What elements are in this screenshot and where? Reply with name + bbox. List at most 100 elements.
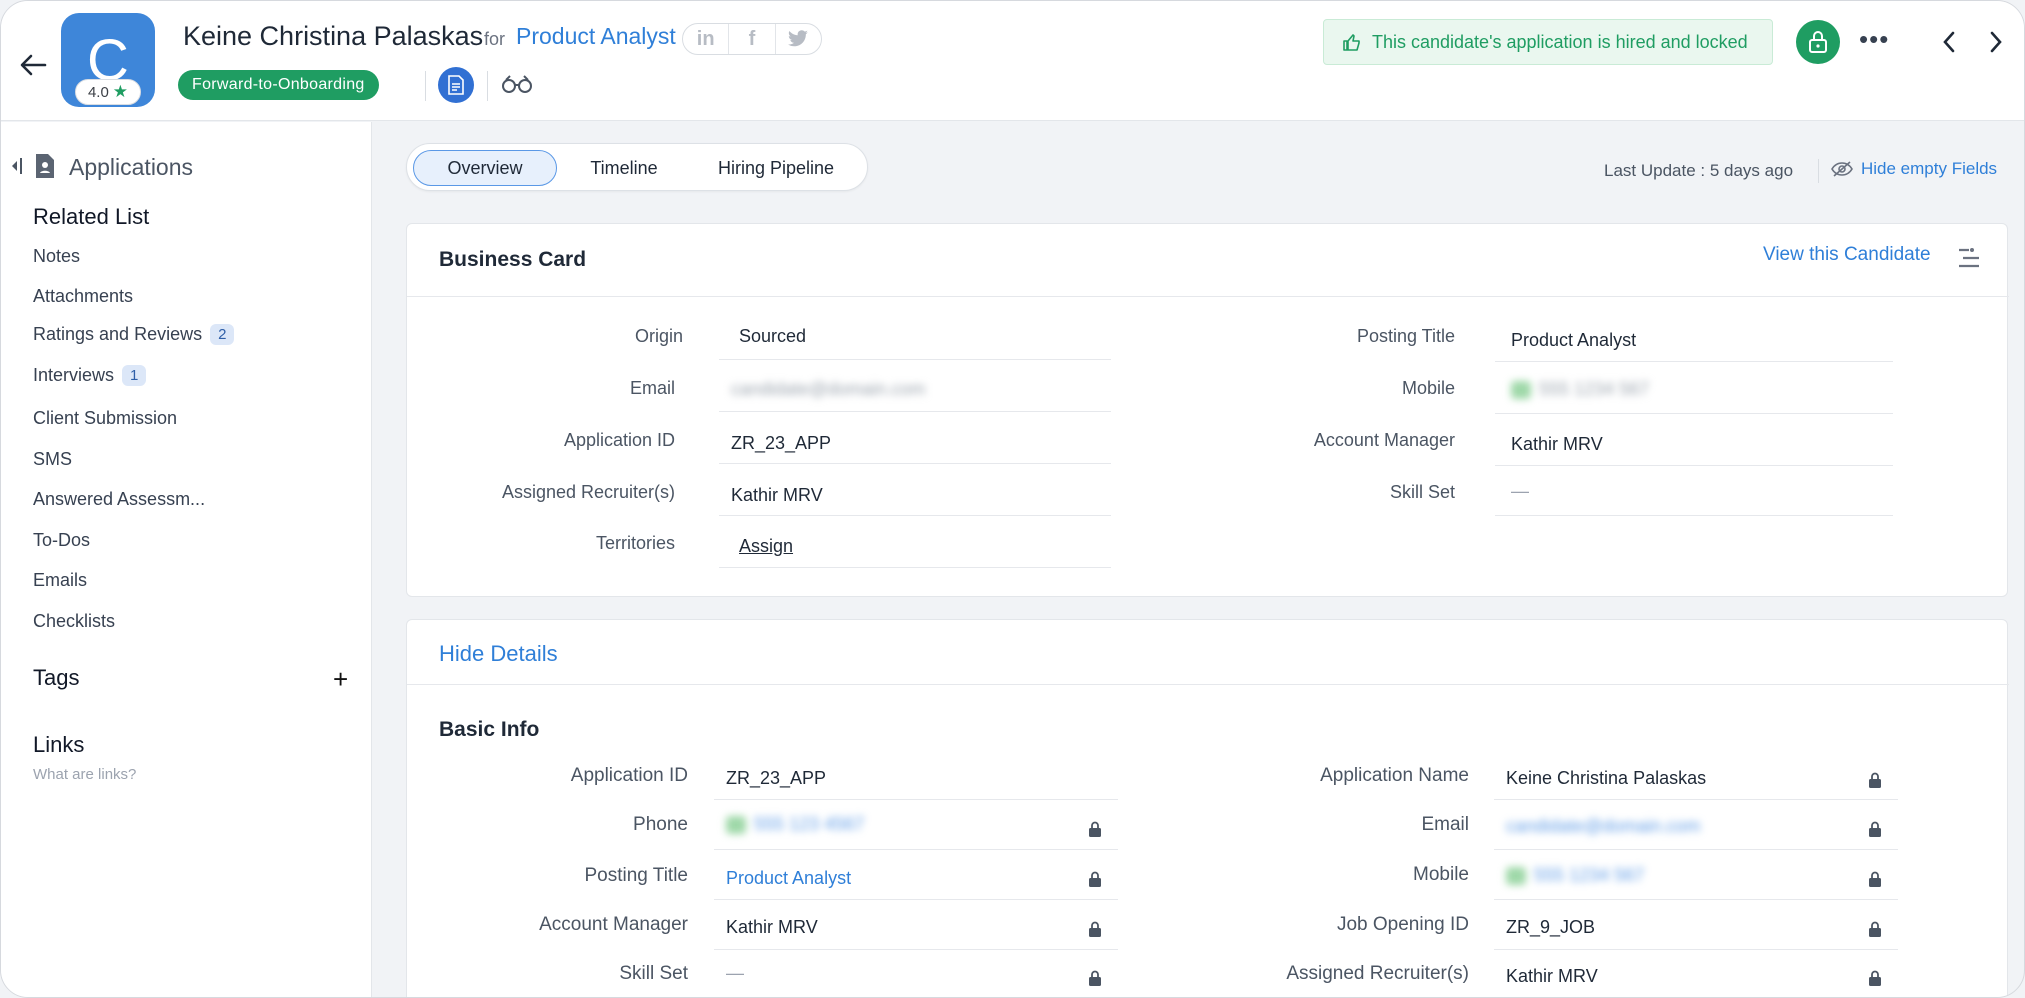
divider (1494, 899, 1898, 900)
mobile-number: 555 1234 567 (1534, 865, 1645, 885)
divider (1494, 849, 1898, 850)
sidebar-item-label: Emails (33, 570, 88, 590)
field-label-application-name: Application Name (1320, 765, 1469, 786)
twitter-icon[interactable] (774, 24, 821, 54)
lock-icon (1869, 970, 1881, 986)
locked-message: This candidate's application is hired an… (1372, 31, 1748, 52)
more-options-button[interactable]: ••• (1859, 26, 1889, 52)
sidebar-item-todos[interactable]: To-Dos (33, 530, 90, 551)
sidebar-item-interviews[interactable]: Interviews 1 (33, 365, 147, 386)
mobile-number: 555 1234 567 (1539, 379, 1650, 399)
sidebar-item-label: Client Submission (33, 408, 178, 428)
job-opening-link[interactable]: Product Analyst (516, 23, 676, 50)
sidebar-item-answered-assessments[interactable]: Answered Assessm... (33, 489, 205, 510)
divider (719, 463, 1111, 464)
related-list-heading: Related List (33, 204, 150, 229)
rating-badge: 4.0 ★ (75, 79, 141, 105)
sidebar-item-checklists[interactable]: Checklists (33, 611, 115, 632)
field-value-account-manager: Kathir MRV (726, 917, 818, 937)
document-icon[interactable] (438, 67, 474, 103)
links-help-link[interactable]: What are links? (33, 766, 136, 783)
field-value-phone: 555 123 4567 (726, 814, 864, 835)
posting-title-link[interactable]: Product Analyst (726, 868, 851, 889)
field-label-assigned-recruiters: Assigned Recruiter(s) (501, 482, 675, 502)
sidebar-item-notes[interactable]: Notes (33, 246, 80, 267)
field-label-skill-set: Skill Set (619, 963, 688, 984)
tab-timeline[interactable]: Timeline (559, 150, 689, 186)
field-label-skill-set: Skill Set (1389, 482, 1455, 502)
binoculars-icon[interactable] (501, 73, 533, 95)
divider (407, 296, 2009, 297)
field-value-application-name: Keine Christina Palaskas (1506, 768, 1707, 788)
field-value-email: candidate@domain.com (1506, 816, 1701, 836)
lock-icon (1869, 772, 1881, 788)
lock-button[interactable] (1796, 20, 1840, 64)
field-value-job-opening-id: ZR_9_JOB (1506, 917, 1596, 937)
hide-empty-fields-button[interactable]: Hide empty Fields (1831, 159, 1997, 179)
field-label-mobile: Mobile (1401, 378, 1455, 398)
lock-icon (1809, 31, 1827, 53)
field-value-application-id: ZR_23_APP (731, 433, 832, 453)
hide-details-link[interactable]: Hide Details (439, 641, 558, 667)
list-settings-icon[interactable] (1957, 247, 1981, 269)
field-value-assigned-recruiters: Kathir MRV (1506, 966, 1598, 986)
divider (1495, 413, 1893, 414)
sidebar-item-label: To-Dos (33, 530, 91, 550)
field-label-account-manager: Account Manager (539, 914, 688, 935)
sidebar-title[interactable]: Applications (69, 154, 193, 181)
field-value-mobile: 555 1234 567 (1506, 865, 1644, 886)
divider (1494, 949, 1898, 950)
field-value-application-id: ZR_23_APP (726, 768, 827, 788)
field-label-account-manager: Account Manager (1313, 430, 1455, 450)
tab-hiring-pipeline[interactable]: Hiring Pipeline (691, 150, 861, 186)
sidebar-item-ratings-and-reviews[interactable]: Ratings and Reviews 2 (33, 324, 235, 345)
sidebar-item-label: Attachments (33, 286, 134, 306)
sidebar-item-label: Answered Assessm... (33, 489, 206, 509)
divider (425, 71, 426, 101)
app-window: C 4.0 ★ Keine Christina Palaskas for Pro… (0, 0, 2025, 998)
collapse-sidebar-icon[interactable] (9, 156, 23, 176)
business-card-title: Business Card (439, 248, 587, 271)
field-label-assigned-recruiters: Assigned Recruiter(s) (1286, 963, 1469, 984)
sidebar-item-attachments[interactable]: Attachments (33, 286, 133, 307)
sidebar-item-label: SMS (33, 449, 73, 469)
field-label-application-id: Application ID (570, 765, 688, 786)
sidebar-item-label: Interviews (33, 365, 115, 385)
stage-badge[interactable]: Forward-to-Onboarding (178, 70, 379, 100)
add-tag-button[interactable]: + (333, 664, 348, 695)
divider (1818, 159, 1819, 183)
eye-off-icon (1831, 161, 1853, 177)
divider (719, 411, 1111, 412)
basic-info-heading: Basic Info (439, 718, 540, 741)
divider (487, 71, 488, 101)
facebook-icon[interactable]: f (728, 24, 774, 54)
last-update: Last Update : 5 days ago (1604, 161, 1794, 180)
for-label: for (484, 29, 506, 49)
field-value-origin: Sourced (739, 326, 807, 346)
field-value-mobile: 555 1234 567 (1511, 379, 1649, 400)
back-arrow-icon[interactable] (17, 49, 49, 81)
divider (719, 567, 1111, 568)
details-card (406, 619, 2009, 997)
thumbs-up-icon (1343, 34, 1360, 51)
lock-icon (1869, 871, 1881, 887)
assign-territories-link[interactable]: Assign (739, 536, 793, 557)
sidebar-item-emails[interactable]: Emails (33, 570, 87, 591)
field-value-account-manager: Kathir MRV (1511, 434, 1603, 454)
lock-icon (1869, 921, 1881, 937)
sidebar-item-sms[interactable]: SMS (33, 449, 72, 470)
linkedin-icon[interactable]: in (683, 24, 728, 54)
next-record-icon[interactable] (1986, 29, 2006, 55)
divider (714, 949, 1118, 950)
field-label-phone: Phone (633, 814, 688, 835)
tab-overview[interactable]: Overview (413, 150, 557, 186)
view-candidate-link[interactable]: View this Candidate (1763, 244, 1931, 266)
social-links: in f (682, 23, 822, 55)
field-label-posting-title: Posting Title (584, 865, 689, 886)
links-heading: Links (33, 732, 85, 757)
sidebar-item-client-submission[interactable]: Client Submission (33, 408, 177, 429)
star-icon: ★ (112, 82, 129, 101)
previous-record-icon[interactable] (1939, 29, 1959, 55)
view-tabs: Overview Timeline Hiring Pipeline (406, 143, 868, 191)
tags-heading: Tags (33, 665, 80, 690)
